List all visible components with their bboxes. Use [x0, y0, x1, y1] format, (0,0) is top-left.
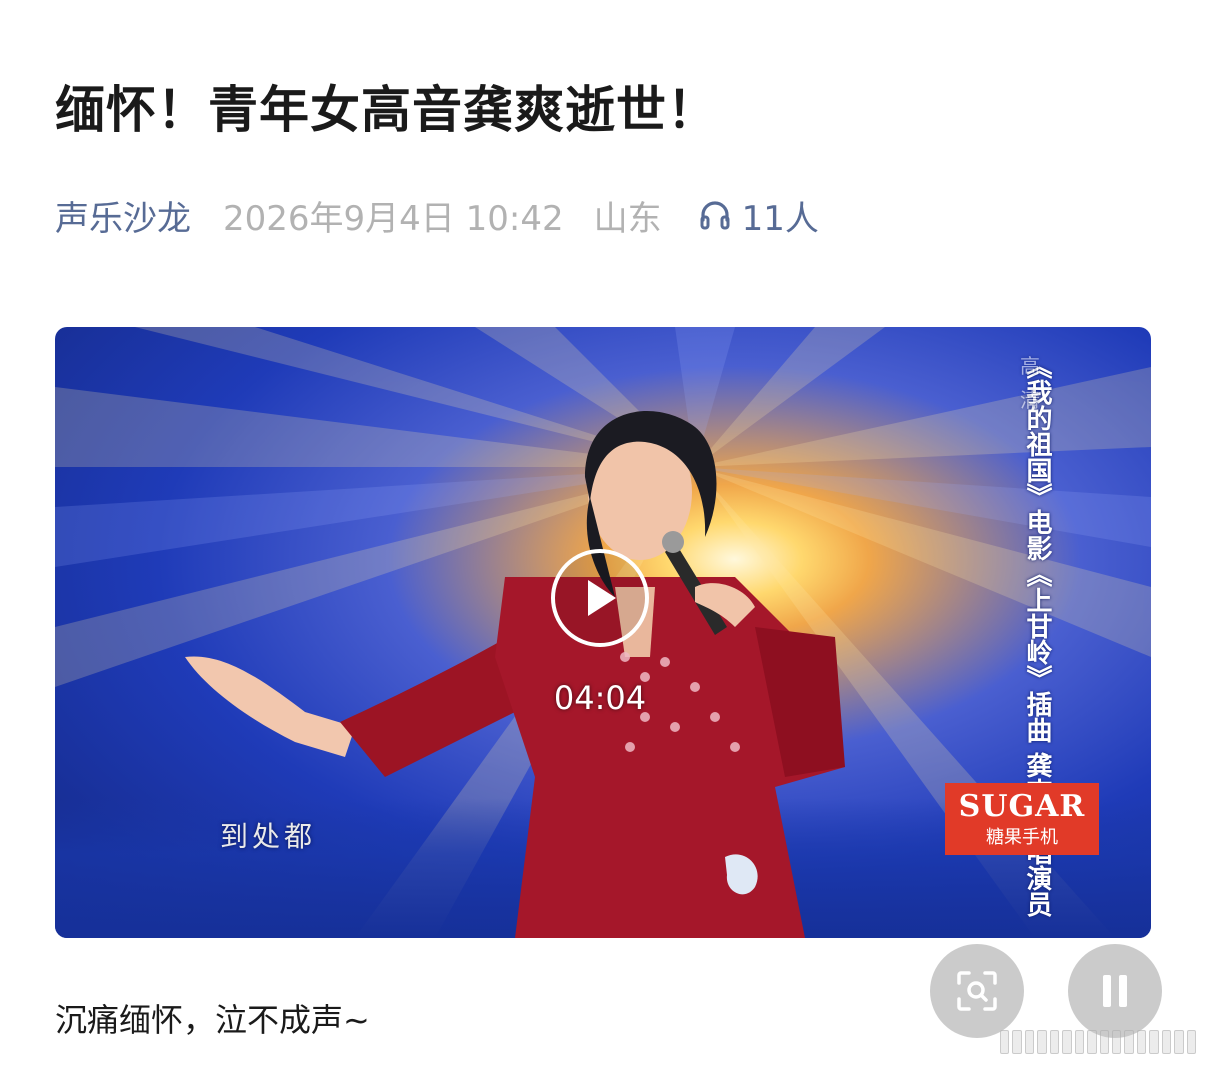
brand-logo-sub: 糖果手机 — [986, 827, 1058, 848]
play-icon — [588, 580, 616, 616]
lyric-subtitle: 到处都 — [220, 820, 317, 853]
pause-icon — [1103, 975, 1127, 1007]
article-body-text: 沉痛缅怀，泣不成声~ — [55, 1001, 370, 1039]
article-meta: 声乐沙龙 2026年9月4日 10:42 山东 11人 — [55, 190, 819, 240]
listen-count[interactable]: 11人 — [698, 191, 819, 240]
publish-date: 2026年9月4日 10:42 — [223, 198, 564, 239]
pause-button[interactable] — [1068, 944, 1162, 1038]
brand-logo: SUGAR 糖果手机 — [945, 783, 1099, 855]
quality-badge: 高清 — [1020, 354, 1040, 412]
article-title: 缅怀！青年女高音龚爽逝世！ — [55, 81, 718, 139]
account-name-link[interactable]: 声乐沙龙 — [55, 191, 191, 240]
play-button[interactable] — [551, 549, 649, 647]
publish-region: 山东 — [593, 198, 662, 239]
scan-button[interactable] — [930, 944, 1024, 1038]
video-player[interactable]: 高清 《我的祖国》电影《上甘岭》插曲 龚爽 歌唱演员 到处都 SUGAR 糖果手… — [55, 327, 1151, 938]
watermark-strip — [1000, 1030, 1196, 1054]
headphones-icon — [700, 201, 730, 230]
brand-logo-name: SUGAR — [958, 789, 1086, 824]
listen-count-label: 11人 — [741, 198, 819, 239]
video-duration: 04:04 — [553, 679, 647, 717]
scan-icon — [957, 971, 997, 1011]
